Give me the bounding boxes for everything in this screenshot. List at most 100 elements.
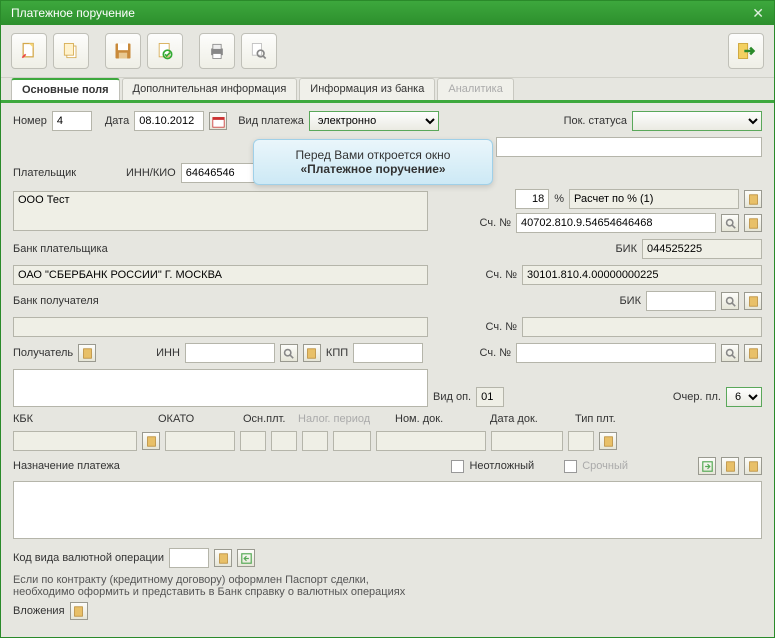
hint-tooltip: Перед Вами откроется окно «Платежное пор…	[253, 139, 493, 185]
export-icon[interactable]	[237, 549, 255, 567]
purpose-textarea[interactable]	[13, 481, 762, 539]
recv-bank-bik-input[interactable]	[646, 291, 716, 311]
tooltip-line1: Перед Вами откроется окно	[266, 148, 480, 162]
recv-label: Получатель	[13, 347, 73, 359]
tipplt-input[interactable]	[568, 431, 594, 451]
purpose-label: Назначение платежа	[13, 460, 120, 472]
window-title: Платежное поручение	[11, 6, 135, 20]
sum-input[interactable]	[496, 137, 762, 157]
urgent1-checkbox[interactable]	[451, 460, 464, 473]
number-input[interactable]	[52, 111, 92, 131]
date-input[interactable]	[134, 111, 204, 131]
payer-inn-input[interactable]	[181, 163, 261, 183]
kbk-label: КБК	[13, 413, 153, 425]
urgent1-label: Неотложный	[469, 460, 534, 472]
kbk-input[interactable]	[13, 431, 137, 451]
pct-label: %	[554, 193, 564, 205]
copy-button[interactable]	[53, 33, 89, 69]
tabbar: Основные поля Дополнительная информация …	[1, 78, 774, 103]
nalog-label: Налог. период	[298, 413, 390, 425]
payer-bank-bik-input[interactable]	[642, 239, 762, 259]
book-icon[interactable]	[744, 214, 762, 232]
payment-order-window: Платежное поручение ✕ Основные поля Допо…	[0, 0, 775, 638]
currency-note2: необходимо оформить и представить в Банк…	[13, 586, 762, 598]
search-icon[interactable]	[721, 214, 739, 232]
tipplt-label: Тип плт.	[575, 413, 616, 425]
urgent2-checkbox[interactable]	[564, 460, 577, 473]
payer-bank-bik-label: БИК	[615, 243, 637, 255]
status-select[interactable]	[632, 111, 762, 131]
payer-bank-label: Банк плательщика	[13, 243, 433, 255]
close-icon[interactable]: ✕	[752, 5, 764, 22]
book-icon[interactable]	[214, 549, 232, 567]
search-icon[interactable]	[721, 344, 739, 362]
payer-name-input[interactable]: ООО Тест	[13, 191, 428, 231]
nalog1-input[interactable]	[271, 431, 297, 451]
datadok-input[interactable]	[491, 431, 563, 451]
osn-input[interactable]	[240, 431, 266, 451]
titlebar: Платежное поручение ✕	[1, 1, 774, 25]
ocher-select[interactable]: 6	[726, 387, 762, 407]
new-doc-button[interactable]	[11, 33, 47, 69]
book-icon[interactable]	[142, 432, 160, 450]
currency-code-label: Код вида валютной операции	[13, 552, 164, 564]
recv-inn-input[interactable]	[185, 343, 275, 363]
paytype-select[interactable]: электронно	[309, 111, 439, 131]
datadok-label: Дата док.	[490, 413, 570, 425]
import-icon[interactable]	[698, 457, 716, 475]
nomdok-input[interactable]	[376, 431, 486, 451]
book-icon[interactable]	[744, 344, 762, 362]
pct-input[interactable]	[515, 189, 549, 209]
book-icon[interactable]	[721, 457, 739, 475]
recv-name-input[interactable]	[13, 369, 428, 407]
book-icon[interactable]	[78, 344, 96, 362]
urgent2-label: Срочный	[582, 460, 628, 472]
paytype-label: Вид платежа	[238, 115, 304, 127]
currency-note1: Если по контракту (кредитному договору) …	[13, 574, 762, 586]
tab-additional[interactable]: Дополнительная информация	[122, 78, 298, 100]
attach-label: Вложения	[13, 605, 65, 617]
sign-button[interactable]	[147, 33, 183, 69]
recv-kpp-input[interactable]	[353, 343, 423, 363]
date-label: Дата	[105, 115, 129, 127]
recv-inn-label: ИНН	[156, 347, 180, 359]
tab-analytics: Аналитика	[437, 78, 513, 100]
recv-bank-name-input[interactable]	[13, 317, 428, 337]
book-icon[interactable]	[744, 457, 762, 475]
preview-button[interactable]	[241, 33, 277, 69]
book-icon[interactable]	[599, 432, 617, 450]
vop-input[interactable]	[476, 387, 504, 407]
vop-label: Вид оп.	[433, 391, 471, 403]
okato-label: ОКАТО	[158, 413, 238, 425]
save-button[interactable]	[105, 33, 141, 69]
tab-bankinfo[interactable]: Информация из банка	[299, 78, 435, 100]
payer-bank-sch-label: Сч. №	[486, 269, 517, 281]
payer-bank-name-input[interactable]	[13, 265, 428, 285]
tab-main[interactable]: Основные поля	[11, 78, 120, 100]
exit-button[interactable]	[728, 33, 764, 69]
print-button[interactable]	[199, 33, 235, 69]
okato-input[interactable]	[165, 431, 235, 451]
number-label: Номер	[13, 115, 47, 127]
form-content: Перед Вами откроется окно «Платежное пор…	[1, 103, 774, 634]
nalog3-input[interactable]	[333, 431, 371, 451]
search-icon[interactable]	[280, 344, 298, 362]
payer-bank-sch-input[interactable]	[522, 265, 762, 285]
book-icon[interactable]	[70, 602, 88, 620]
nomdok-label: Ном. док.	[395, 413, 485, 425]
recv-bank-sch-input[interactable]	[522, 317, 762, 337]
book-icon[interactable]	[744, 292, 762, 310]
recv-sch-label: Сч. №	[480, 347, 511, 359]
currency-code-input[interactable]	[169, 548, 209, 568]
payer-label: Плательщик	[13, 167, 121, 179]
pct-calc-input[interactable]	[569, 189, 739, 209]
search-icon[interactable]	[721, 292, 739, 310]
pct-book-icon[interactable]	[744, 190, 762, 208]
nalog2-input[interactable]	[302, 431, 328, 451]
recv-bank-bik-label: БИК	[619, 295, 641, 307]
book-icon[interactable]	[303, 344, 321, 362]
recv-kpp-label: КПП	[326, 347, 348, 359]
recv-sch-input[interactable]	[516, 343, 716, 363]
payer-sch-input[interactable]	[516, 213, 716, 233]
calendar-icon[interactable]	[209, 112, 227, 130]
